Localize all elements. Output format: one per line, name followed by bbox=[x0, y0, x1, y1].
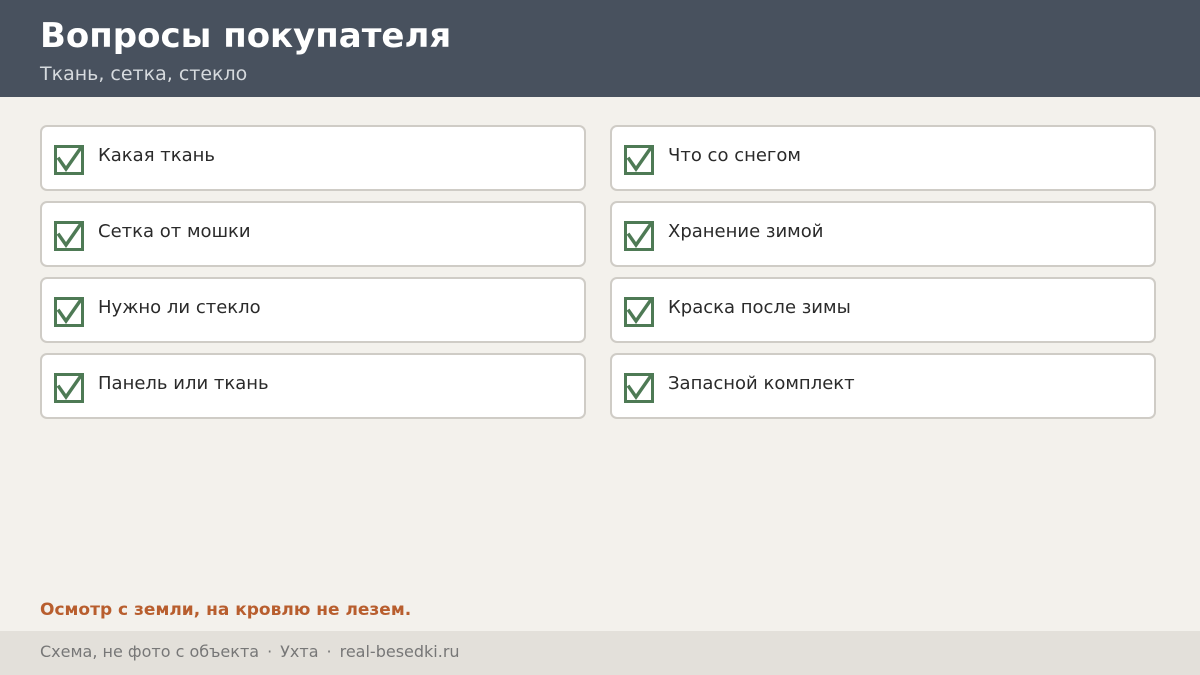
checkbox-checked-icon bbox=[624, 145, 654, 175]
checklist-item[interactable]: Сетка от мошки bbox=[40, 201, 586, 267]
checklist-item[interactable]: Что со снегом bbox=[610, 125, 1156, 191]
page-title: Вопросы покупателя bbox=[40, 16, 452, 56]
checkbox-checked-icon bbox=[54, 145, 84, 175]
checklist-item[interactable]: Запасной комплект bbox=[610, 353, 1156, 419]
checklist-item[interactable]: Какая ткань bbox=[40, 125, 586, 191]
header-bar: Вопросы покупателя Ткань, сетка, стекло bbox=[0, 0, 1200, 97]
checklist-item-label: Хранение зимой bbox=[668, 221, 824, 242]
page-subtitle: Ткань, сетка, стекло bbox=[40, 63, 248, 85]
footer-city: Ухта bbox=[280, 642, 319, 661]
checklist-item-label: Панель или ткань bbox=[98, 373, 269, 394]
warning-note: Осмотр с земли, на кровлю не лезем. bbox=[40, 600, 412, 620]
checklist-column-left: Какая ткань Сетка от мошки Нужно ли стек… bbox=[40, 125, 586, 429]
checklist-item-label: Какая ткань bbox=[98, 145, 216, 166]
checklist-item[interactable]: Хранение зимой bbox=[610, 201, 1156, 267]
page: Вопросы покупателя Ткань, сетка, стекло … bbox=[0, 0, 1200, 675]
footer-website-link[interactable]: real-besedki.ru bbox=[340, 642, 460, 661]
footer-bar: Схема, не фото с объекта · Ухта · real-besed… bbox=[0, 631, 1200, 675]
checkbox-checked-icon bbox=[54, 221, 84, 251]
checklist-item-label: Что со снегом bbox=[668, 145, 801, 166]
checklist-item-label: Сетка от мошки bbox=[98, 221, 251, 242]
footer-separator: · bbox=[326, 642, 332, 661]
checkbox-checked-icon bbox=[624, 297, 654, 327]
checkbox-checked-icon bbox=[624, 373, 654, 403]
checkbox-checked-icon bbox=[54, 297, 84, 327]
footer-text: Схема, не фото с объекта · Ухта · real-besed… bbox=[40, 641, 460, 663]
footer-disclaimer: Схема, не фото с объекта bbox=[40, 642, 260, 661]
checkbox-checked-icon bbox=[624, 221, 654, 251]
checklist-item-label: Запасной комплект bbox=[668, 373, 855, 394]
checklist-item[interactable]: Нужно ли стекло bbox=[40, 277, 586, 343]
footer-separator: · bbox=[267, 642, 273, 661]
checkbox-checked-icon bbox=[54, 373, 84, 403]
checklist-item[interactable]: Краска после зимы bbox=[610, 277, 1156, 343]
checklist-item[interactable]: Панель или ткань bbox=[40, 353, 586, 419]
checklist-item-label: Нужно ли стекло bbox=[98, 297, 261, 318]
checklist-column-right: Что со снегом Хранение зимой Краска посл… bbox=[610, 125, 1156, 429]
checklist-item-label: Краска после зимы bbox=[668, 297, 851, 318]
